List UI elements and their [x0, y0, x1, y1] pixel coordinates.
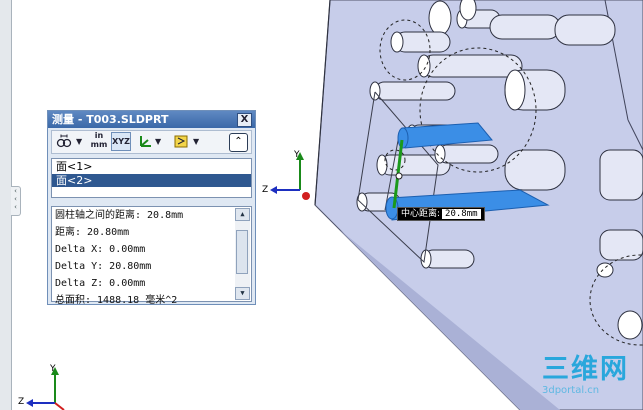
units-precision-button[interactable]: in mm	[90, 131, 108, 149]
projection-icon[interactable]	[173, 133, 189, 151]
scroll-up-icon[interactable]: ▲	[235, 208, 250, 221]
coordinate-dropdown-icon[interactable]: ▼	[155, 137, 161, 146]
units-mm-label: mm	[90, 140, 108, 149]
main-triad	[270, 152, 310, 200]
projection-dropdown-icon[interactable]: ▼	[193, 137, 199, 146]
measure-title: 测量 - T003.SLDPRT	[52, 113, 169, 126]
scroll-thumb[interactable]	[236, 230, 248, 274]
corner-triad-z-label: Z	[18, 397, 25, 407]
main-triad-z-label: Z	[262, 185, 269, 195]
measure-toolbar: ▼ in mm XYZ ▼ ▼ ⌃	[51, 130, 252, 154]
close-button[interactable]: X	[237, 113, 252, 127]
arc-options-dropdown-icon[interactable]: ▼	[76, 137, 82, 146]
result-delta-x: Delta X: 0.00mm	[55, 244, 146, 255]
arc-circle-options-icon[interactable]	[56, 133, 72, 151]
site-watermark: 三维网 3dportal.cn	[542, 355, 642, 407]
measure-results: 圆柱轴之间的距离: 20.8mm 距离: 20.80mm Delta X: 0.…	[51, 206, 252, 306]
main-triad-y-label: Y	[294, 150, 300, 160]
selection-item-face2[interactable]: 面<2>	[52, 174, 251, 187]
results-scrollbar[interactable]: ▲ ▼	[235, 208, 250, 300]
watermark-logo-text: 三维网	[542, 354, 629, 385]
show-xyz-button[interactable]: XYZ	[111, 132, 131, 151]
scroll-down-icon[interactable]: ▼	[235, 287, 250, 300]
result-total-area: 总面积: 1488.18 毫米^2	[55, 295, 178, 306]
result-delta-z: Delta Z: 0.00mm	[55, 278, 146, 289]
corner-triad-y-label: Y	[50, 364, 56, 374]
measure-dialog[interactable]: 测量 - T003.SLDPRT X ▼ in mm XYZ ▼ ▼ ⌃ 面<1…	[47, 110, 256, 306]
measure-titlebar[interactable]: 测量 - T003.SLDPRT X	[48, 111, 255, 128]
coordinate-system-icon[interactable]	[137, 133, 153, 151]
selection-item-face1[interactable]: 面<1>	[52, 160, 251, 173]
watermark-url: 3dportal.cn	[542, 385, 600, 396]
center-distance-callout: 中心距离: 20.8mm	[397, 207, 485, 221]
callout-label: 中心距离:	[401, 209, 441, 219]
collapse-button[interactable]: ⌃	[229, 133, 248, 152]
units-in-label: in	[94, 131, 104, 140]
selection-list[interactable]: 面<1> 面<2>	[51, 158, 252, 198]
panel-expand-handle[interactable]: ‹ ‹ ‹	[11, 186, 21, 216]
corner-triad	[26, 367, 65, 410]
result-distance: 距离: 20.80mm	[55, 227, 130, 238]
result-delta-y: Delta Y: 20.80mm	[55, 261, 152, 272]
callout-value: 20.8mm	[442, 209, 481, 219]
result-axis-distance: 圆柱轴之间的距离: 20.8mm	[55, 210, 184, 221]
